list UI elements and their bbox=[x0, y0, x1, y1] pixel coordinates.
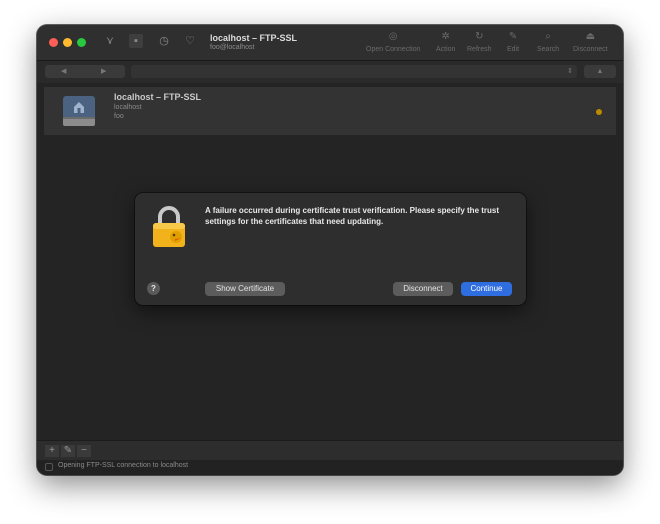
disconnect-button[interactable]: Disconnect bbox=[393, 282, 453, 296]
chevron-updown-icon: ⇕ bbox=[567, 68, 573, 75]
close-window-button[interactable] bbox=[49, 38, 58, 47]
forward-arrow-icon[interactable]: ▶ bbox=[101, 65, 106, 78]
bonjour-icon[interactable]: ♡ bbox=[183, 34, 197, 48]
bottom-toolbar: + ✎ − bbox=[37, 440, 623, 460]
refresh-button[interactable]: ↻ Refresh bbox=[467, 31, 492, 53]
history-icon[interactable]: ◷ bbox=[157, 34, 171, 48]
help-button[interactable]: ? bbox=[147, 282, 160, 295]
bookmark-user: foo bbox=[114, 113, 124, 120]
gear-icon: ✲ bbox=[441, 31, 450, 42]
parent-directory-button[interactable]: ▲ bbox=[584, 65, 616, 78]
edit-bookmark-button[interactable]: ✎ bbox=[61, 445, 75, 457]
dialog-message: A failure occurred during certificate tr… bbox=[205, 206, 500, 226]
continue-button[interactable]: Continue bbox=[461, 282, 512, 296]
bookmark-host: localhost bbox=[114, 104, 142, 111]
certificate-trust-dialog: A failure occurred during certificate tr… bbox=[135, 193, 526, 305]
add-bookmark-button[interactable]: + bbox=[45, 445, 59, 457]
disconnect-toolbar-label: Disconnect bbox=[573, 46, 608, 53]
path-selector[interactable]: ⇕ bbox=[131, 65, 577, 78]
eject-icon: ⏏ bbox=[585, 31, 596, 42]
edit-button[interactable]: ✎ Edit bbox=[507, 31, 519, 53]
back-forward-control[interactable]: ◀ ▶ bbox=[45, 65, 125, 78]
globe-icon: ◎ bbox=[388, 31, 398, 42]
search-icon: ⌕ bbox=[545, 31, 551, 42]
bookmark-row[interactable]: localhost – FTP-SSL localhost foo bbox=[44, 87, 616, 135]
pencil-icon: ✎ bbox=[508, 31, 518, 42]
action-button[interactable]: ✲ Action bbox=[436, 31, 455, 53]
browser-view-icon[interactable]: ▪ bbox=[129, 34, 143, 48]
disconnect-toolbar-button[interactable]: ⏏ Disconnect bbox=[573, 31, 608, 53]
minimize-window-button[interactable] bbox=[63, 38, 72, 47]
open-connection-label: Open Connection bbox=[366, 46, 421, 53]
status-message: Opening FTP-SSL connection to localhost bbox=[58, 462, 189, 469]
back-arrow-icon[interactable]: ◀ bbox=[61, 65, 66, 78]
drive-icon bbox=[63, 96, 95, 126]
search-label: Search bbox=[537, 46, 560, 53]
edit-label: Edit bbox=[507, 46, 520, 53]
refresh-label: Refresh bbox=[467, 46, 492, 53]
show-certificate-button[interactable]: Show Certificate bbox=[205, 282, 285, 296]
activity-icon bbox=[45, 463, 53, 471]
refresh-icon: ↻ bbox=[475, 31, 484, 42]
window-subtitle: foo@localhost bbox=[210, 44, 255, 51]
open-connection-button[interactable]: ◎ Open Connection bbox=[366, 31, 420, 53]
zoom-window-button[interactable] bbox=[77, 38, 86, 47]
remove-bookmark-button[interactable]: − bbox=[77, 445, 91, 457]
bookmark-title: localhost – FTP-SSL bbox=[114, 92, 202, 102]
action-label: Action bbox=[436, 46, 456, 53]
connection-status-dot bbox=[596, 109, 602, 115]
funnel-icon[interactable]: ⋎ bbox=[103, 34, 117, 48]
padlock-icon bbox=[153, 206, 185, 247]
navigation-bar: ◀ ▶ ⇕ ▲ bbox=[37, 61, 623, 83]
window-title: localhost – FTP-SSL bbox=[210, 33, 298, 43]
status-bar: Opening FTP-SSL connection to localhost bbox=[37, 460, 623, 475]
title-bar: ⋎ ▪ ◷ ♡ localhost – FTP-SSL foo@localhos… bbox=[37, 25, 623, 61]
search-button[interactable]: ⌕ Search bbox=[537, 31, 559, 53]
